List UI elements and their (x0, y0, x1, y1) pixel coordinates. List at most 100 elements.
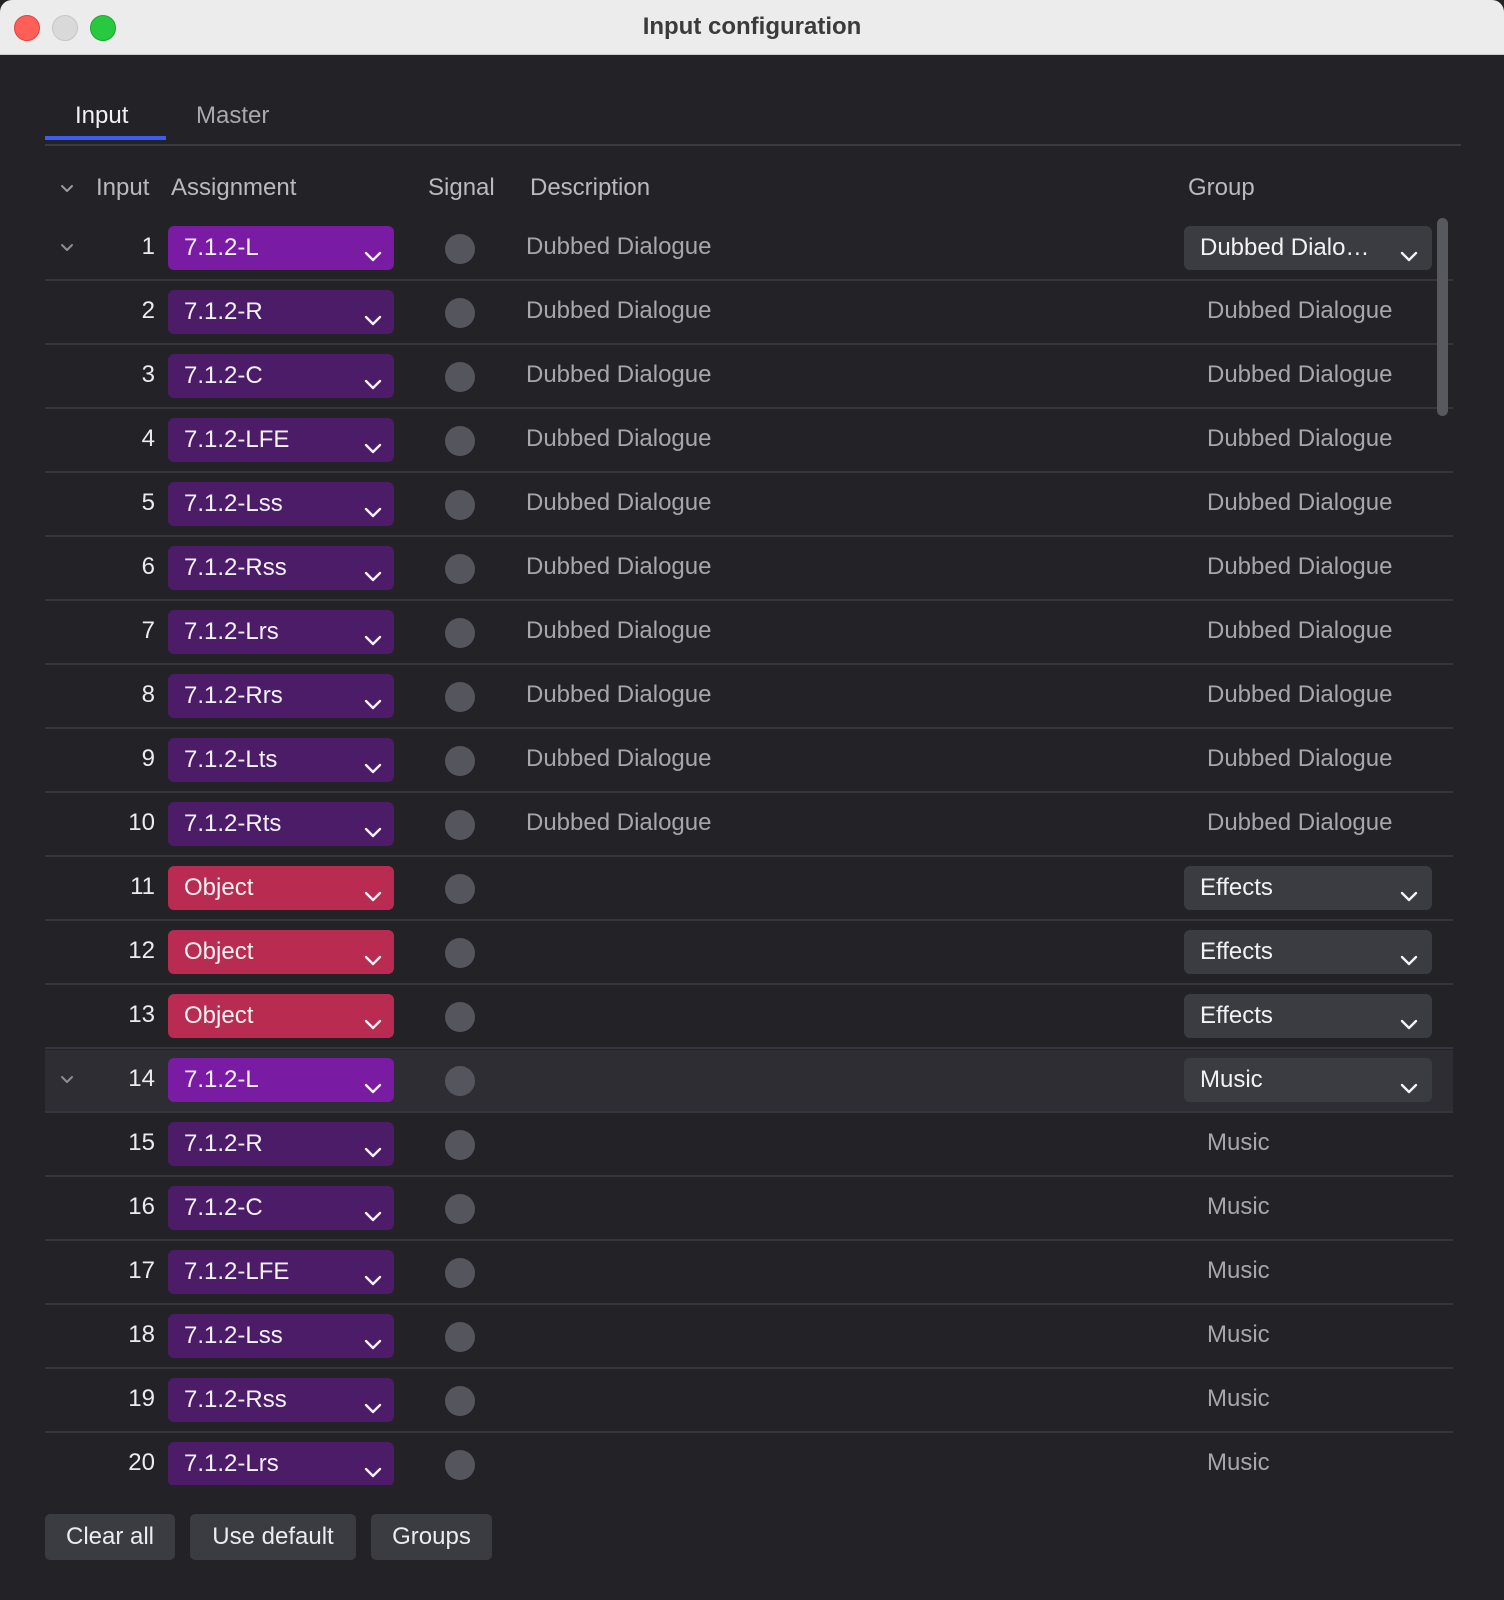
group-text: Music (1207, 1321, 1270, 1348)
assignment-value: 7.1.2-Lrs (184, 618, 279, 645)
description-text[interactable]: Dubbed Dialogue (526, 617, 711, 645)
group-text: Music (1207, 1257, 1270, 1284)
tab-input[interactable]: Input (75, 102, 128, 130)
group-dropdown[interactable]: Effects (1184, 866, 1432, 910)
signal-indicator (445, 490, 475, 520)
assignment-dropdown[interactable]: 7.1.2-R (168, 1122, 394, 1166)
chevron-down-icon (1398, 878, 1420, 902)
assignment-dropdown[interactable]: 7.1.2-L (168, 226, 394, 270)
table-row[interactable]: 5 7.1.2-Lss Dubbed Dialogue Dubbed Dialogue (45, 474, 1453, 537)
assignment-dropdown[interactable]: Object (168, 866, 394, 910)
assignment-dropdown[interactable]: 7.1.2-LFE (168, 418, 394, 462)
table-row[interactable]: 16 7.1.2-C Music (45, 1178, 1453, 1241)
table-row[interactable]: 10 7.1.2-Rts Dubbed Dialogue Dubbed Dialogu… (45, 794, 1453, 857)
input-number: 3 (141, 361, 155, 388)
assignment-dropdown[interactable]: 7.1.2-C (168, 1186, 394, 1230)
table-row[interactable]: 19 7.1.2-Rss Music (45, 1370, 1453, 1433)
assignment-dropdown[interactable]: 7.1.2-L (168, 1058, 394, 1102)
table-row[interactable]: 11 Object Effects (45, 858, 1453, 921)
group-text: Dubbed Dialogue (1207, 361, 1393, 388)
assignment-value: 7.1.2-L (184, 234, 259, 261)
group-dropdown[interactable]: Effects (1184, 930, 1432, 974)
group-dropdown[interactable]: Dubbed Dialo… (1184, 226, 1432, 270)
table-row[interactable]: 7 7.1.2-Lrs Dubbed Dialogue Dubbed Dialogue (45, 602, 1453, 665)
collapse-all-chevron-icon[interactable] (59, 176, 75, 192)
table-row[interactable]: 3 7.1.2-C Dubbed Dialogue Dubbed Dialogue (45, 346, 1453, 409)
assignment-dropdown[interactable]: 7.1.2-Lss (168, 1314, 394, 1358)
tab-master[interactable]: Master (196, 102, 269, 130)
assignment-dropdown[interactable]: Object (168, 994, 394, 1038)
signal-indicator (445, 554, 475, 584)
use-default-button[interactable]: Use default (190, 1514, 356, 1560)
chevron-down-icon (362, 686, 384, 710)
assignment-dropdown[interactable]: 7.1.2-LFE (168, 1250, 394, 1294)
description-text[interactable]: Dubbed Dialogue (526, 681, 711, 709)
table-row[interactable]: 17 7.1.2-LFE Music (45, 1242, 1453, 1305)
description-text[interactable]: Dubbed Dialogue (526, 425, 711, 453)
assignment-dropdown[interactable]: 7.1.2-Lts (168, 738, 394, 782)
assignment-dropdown[interactable]: 7.1.2-Rts (168, 802, 394, 846)
group-text: Music (1207, 1449, 1270, 1476)
input-number: 17 (128, 1257, 155, 1284)
table-row[interactable]: 1 7.1.2-L Dubbed Dialogue Dubbed Dialo… (45, 218, 1453, 281)
assignment-dropdown[interactable]: 7.1.2-Lss (168, 482, 394, 526)
group-text: Dubbed Dialogue (1207, 745, 1393, 772)
table-row[interactable]: 14 7.1.2-L Music (45, 1050, 1453, 1113)
group-dropdown[interactable]: Music (1184, 1058, 1432, 1102)
group-text: Dubbed Dialogue (1207, 425, 1393, 452)
input-number: 2 (141, 297, 155, 324)
assignment-dropdown[interactable]: Object (168, 930, 394, 974)
assignment-dropdown[interactable]: 7.1.2-Lrs (168, 1442, 394, 1485)
assignment-value: 7.1.2-Lss (184, 1322, 283, 1349)
table-row[interactable]: 2 7.1.2-R Dubbed Dialogue Dubbed Dialogue (45, 282, 1453, 345)
column-header-assignment: Assignment (171, 174, 297, 201)
group-text: Dubbed Dialogue (1207, 297, 1393, 324)
input-number: 7 (141, 617, 155, 644)
chevron-down-icon (362, 878, 384, 902)
chevron-down-icon (362, 1006, 384, 1030)
groups-button[interactable]: Groups (371, 1514, 492, 1560)
description-text[interactable]: Dubbed Dialogue (526, 745, 711, 773)
window-title: Input configuration (642, 13, 862, 40)
chevron-down-icon (362, 1390, 384, 1414)
chevron-down-icon (362, 750, 384, 774)
table-row[interactable]: 8 7.1.2-Rrs Dubbed Dialogue Dubbed Dialogue (45, 666, 1453, 729)
chevron-down-icon (362, 366, 384, 390)
description-text[interactable]: Dubbed Dialogue (526, 553, 711, 581)
description-text[interactable]: Dubbed Dialogue (526, 809, 711, 837)
assignment-dropdown[interactable]: 7.1.2-Rrs (168, 674, 394, 718)
group-dropdown[interactable]: Effects (1184, 994, 1432, 1038)
description-text[interactable]: Dubbed Dialogue (526, 489, 711, 517)
description-text[interactable]: Dubbed Dialogue (526, 233, 711, 261)
assignment-dropdown[interactable]: 7.1.2-R (168, 290, 394, 334)
description-text[interactable]: Dubbed Dialogue (526, 361, 711, 389)
assignment-dropdown[interactable]: 7.1.2-C (168, 354, 394, 398)
table-row[interactable]: 6 7.1.2-Rss Dubbed Dialogue Dubbed Dialogue (45, 538, 1453, 601)
table-row[interactable]: 15 7.1.2-R Music (45, 1114, 1453, 1177)
input-number: 18 (128, 1321, 155, 1348)
table-row[interactable]: 12 Object Effects (45, 922, 1453, 985)
chevron-down-icon (362, 494, 384, 518)
assignment-value: 7.1.2-Lss (184, 490, 283, 517)
table-row[interactable]: 20 7.1.2-Lrs Music (45, 1434, 1453, 1485)
group-value: Effects (1200, 874, 1273, 901)
assignment-dropdown[interactable]: 7.1.2-Rss (168, 546, 394, 590)
vertical-scrollbar[interactable] (1437, 218, 1448, 416)
description-text[interactable]: Dubbed Dialogue (526, 297, 711, 325)
assignment-dropdown[interactable]: 7.1.2-Rss (168, 1378, 394, 1422)
signal-indicator (445, 1386, 475, 1416)
table-row[interactable]: 4 7.1.2-LFE Dubbed Dialogue Dubbed Dialogue (45, 410, 1453, 473)
assignment-value: 7.1.2-Lts (184, 746, 278, 773)
signal-indicator (445, 682, 475, 712)
table-row[interactable]: 18 7.1.2-Lss Music (45, 1306, 1453, 1369)
table-row[interactable]: 13 Object Effects (45, 986, 1453, 1049)
input-number: 20 (128, 1449, 155, 1476)
assignment-value: Object (184, 938, 254, 965)
assignment-dropdown[interactable]: 7.1.2-Lrs (168, 610, 394, 654)
clear-all-button[interactable]: Clear all (45, 1514, 175, 1560)
group-text: Dubbed Dialogue (1207, 617, 1393, 644)
table-row[interactable]: 9 7.1.2-Lts Dubbed Dialogue Dubbed Dialogue (45, 730, 1453, 793)
assignment-value: 7.1.2-Rss (184, 1386, 287, 1413)
chevron-down-icon (1398, 238, 1420, 262)
chevron-down-icon (362, 814, 384, 838)
